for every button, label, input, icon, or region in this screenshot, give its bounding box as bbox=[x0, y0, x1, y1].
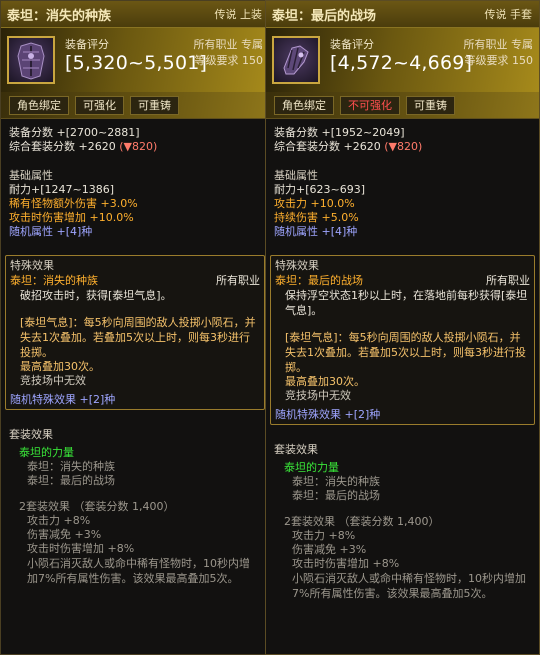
level-requirement: 等级要求 150 bbox=[194, 54, 264, 67]
set-effect-heading: 套装效果 bbox=[274, 443, 318, 456]
stat-rare-monster-damage: 稀有怪物额外伤害 +3.0% bbox=[9, 197, 138, 210]
set-bonus-title: 2套装效果 （套装分数 1,400） bbox=[19, 500, 175, 513]
item-tooltip-chest: 泰坦：消失的种族 传说 上装 装备评分 [5,320~5,501] 所有职业 专… bbox=[0, 0, 270, 655]
item-header: 装备评分 [4,572~4,669] 所有职业 专属 等级要求 150 bbox=[266, 28, 539, 92]
gear-score-label: 装备评分 bbox=[330, 38, 374, 51]
max-stack: 最高叠加30次。 bbox=[285, 375, 365, 388]
effect-description: 破招攻击时，获得[泰坦气息]。 bbox=[20, 289, 172, 302]
set-bonus-attack-damage: 攻击时伤害增加 +8% bbox=[292, 557, 400, 570]
item-property-tags: 角色绑定 可强化 可重铸 bbox=[1, 92, 269, 119]
set-item-2: 泰坦：最后的战场 bbox=[292, 489, 380, 502]
random-special-effects: 随机特殊效果 +[2]种 bbox=[10, 393, 116, 406]
set-bonus-damage-reduction: 伤害减免 +3% bbox=[27, 528, 102, 541]
special-effect-heading: 特殊效果 bbox=[10, 259, 54, 272]
set-score-text: 综合套装分数 +2620 bbox=[274, 140, 381, 153]
item-name: 泰坦：最后的战场 bbox=[272, 8, 377, 24]
set-score-delta: (▼820) bbox=[119, 140, 158, 153]
set-bonus-title: 2套装效果 （套装分数 1,400） bbox=[284, 515, 440, 528]
item-header: 装备评分 [5,320~5,501] 所有职业 专属 等级要求 150 bbox=[1, 28, 269, 92]
effect-header: 泰坦：最后的战场 所有职业 bbox=[275, 273, 530, 288]
set-score-delta: (▼820) bbox=[384, 140, 423, 153]
special-effect-box: 特殊效果 泰坦：消失的种族 所有职业 破招攻击时，获得[泰坦气息]。 [泰坦气息… bbox=[5, 255, 265, 410]
level-requirement: 等级要求 150 bbox=[464, 54, 534, 67]
effect-class: 所有职业 bbox=[486, 274, 530, 287]
max-stack: 最高叠加30次。 bbox=[20, 360, 100, 373]
effect-header: 泰坦：消失的种族 所有职业 bbox=[10, 273, 260, 288]
tag-reforgeable: 可重铸 bbox=[406, 95, 455, 115]
set-item-2: 泰坦：最后的战场 bbox=[27, 474, 115, 487]
base-stats-heading: 基础属性 bbox=[9, 169, 53, 182]
item-rarity-slot: 传说 手套 bbox=[484, 8, 533, 21]
set-bonus-attack: 攻击力 +8% bbox=[27, 514, 91, 527]
set-bonus-attack: 攻击力 +8% bbox=[292, 529, 356, 542]
set-bonus-damage-reduction: 伤害减免 +3% bbox=[292, 543, 367, 556]
arena-note: 竞技场中无效 bbox=[20, 374, 86, 387]
equipment-score-line: 装备分数 +[1952~2049] bbox=[274, 126, 405, 139]
aura-description: [泰坦气息]：每5秒向周围的敌人投掷小陨石，并失去1次叠加。若叠加5次以上时，则… bbox=[20, 316, 256, 359]
tag-enhanceable: 可强化 bbox=[75, 95, 124, 115]
set-item-1: 泰坦：消失的种族 bbox=[27, 460, 115, 473]
item-tooltip-gloves: 泰坦：最后的战场 传说 手套 装备评分 [4,572~4,669] 所有职业 专… bbox=[265, 0, 540, 655]
set-effect-section: 套装效果 泰坦的力量 泰坦：消失的种族 泰坦：最后的战场 2套装效果 （套装分数… bbox=[266, 425, 539, 601]
set-name: 泰坦的力量 bbox=[284, 461, 339, 474]
stat-random-attributes: 随机属性 +[4]种 bbox=[274, 225, 358, 238]
special-effect-box: 特殊效果 泰坦：最后的战场 所有职业 保持浮空状态1秒以上时，在落地前每秒获得[… bbox=[270, 255, 535, 425]
effect-description: 保持浮空状态1秒以上时，在落地前每秒获得[泰坦气息]。 bbox=[285, 289, 528, 317]
stat-stamina: 耐力+[1247~1386] bbox=[9, 183, 115, 196]
effect-name: 泰坦：消失的种族 bbox=[10, 274, 98, 287]
base-stats-section: 基础属性 耐力+[623~693] 攻击力 +10.0% 持续伤害 +5.0% … bbox=[266, 154, 539, 239]
set-score-line: 综合套装分数 +2620 (▼820) bbox=[9, 140, 261, 154]
tooltip-title-bar: 泰坦：最后的战场 传说 手套 bbox=[266, 1, 539, 28]
set-effect-heading: 套装效果 bbox=[9, 428, 53, 441]
tag-character-bound: 角色绑定 bbox=[274, 95, 334, 115]
score-section: 装备分数 +[2700~2881] 综合套装分数 +2620 (▼820) bbox=[1, 119, 269, 154]
gear-score-value: [5,320~5,501] bbox=[65, 52, 208, 74]
stat-stamina: 耐力+[623~693] bbox=[274, 183, 366, 196]
stat-attack: 攻击力 +10.0% bbox=[274, 197, 355, 210]
chest-armor-icon bbox=[7, 36, 55, 84]
set-bonus-description: 小陨石消灭敌人或命中稀有怪物时，10秒内增加7%所有属性伤害。该效果最高叠加5次… bbox=[27, 557, 250, 585]
base-stats-section: 基础属性 耐力+[1247~1386] 稀有怪物额外伤害 +3.0% 攻击时伤害… bbox=[1, 154, 269, 239]
set-score-text: 综合套装分数 +2620 bbox=[9, 140, 116, 153]
set-item-1: 泰坦：消失的种族 bbox=[292, 475, 380, 488]
gear-score-label: 装备评分 bbox=[65, 38, 109, 51]
base-stats-heading: 基础属性 bbox=[274, 169, 318, 182]
item-rarity-slot: 传说 上装 bbox=[214, 8, 263, 21]
equipment-score-line: 装备分数 +[2700~2881] bbox=[9, 126, 140, 139]
stat-attack-damage-increase: 攻击时伤害增加 +10.0% bbox=[9, 211, 134, 224]
special-effect-heading: 特殊效果 bbox=[275, 259, 319, 272]
tag-reforgeable: 可重铸 bbox=[130, 95, 179, 115]
tag-not-enhanceable: 不可强化 bbox=[340, 95, 400, 115]
class-restriction: 所有职业 专属 bbox=[463, 38, 534, 51]
tag-character-bound: 角色绑定 bbox=[9, 95, 69, 115]
class-restriction: 所有职业 专属 bbox=[193, 38, 264, 51]
arena-note: 竞技场中无效 bbox=[285, 389, 351, 402]
set-bonus-description: 小陨石消灭敌人或命中稀有怪物时，10秒内增加7%所有属性伤害。该效果最高叠加5次… bbox=[292, 572, 526, 600]
stat-random-attributes: 随机属性 +[4]种 bbox=[9, 225, 93, 238]
stat-damage-over-time: 持续伤害 +5.0% bbox=[274, 211, 359, 224]
set-name: 泰坦的力量 bbox=[19, 446, 74, 459]
set-bonus-attack-damage: 攻击时伤害增加 +8% bbox=[27, 542, 135, 555]
random-special-effects: 随机特殊效果 +[2]种 bbox=[275, 408, 381, 421]
effect-class: 所有职业 bbox=[216, 274, 260, 287]
gloves-icon bbox=[272, 36, 320, 84]
gear-score-value: [4,572~4,669] bbox=[330, 52, 473, 74]
effect-name: 泰坦：最后的战场 bbox=[275, 274, 363, 287]
item-name: 泰坦：消失的种族 bbox=[7, 8, 112, 24]
tooltip-title-bar: 泰坦：消失的种族 传说 上装 bbox=[1, 1, 269, 28]
item-property-tags: 角色绑定 不可强化 可重铸 bbox=[266, 92, 539, 119]
set-effect-section: 套装效果 泰坦的力量 泰坦：消失的种族 泰坦：最后的战场 2套装效果 （套装分数… bbox=[1, 410, 269, 586]
score-section: 装备分数 +[1952~2049] 综合套装分数 +2620 (▼820) bbox=[266, 119, 539, 154]
set-score-line: 综合套装分数 +2620 (▼820) bbox=[274, 140, 531, 154]
aura-description: [泰坦气息]：每5秒向周围的敌人投掷小陨石，并失去1次叠加。若叠加5次以上时，则… bbox=[285, 331, 526, 374]
